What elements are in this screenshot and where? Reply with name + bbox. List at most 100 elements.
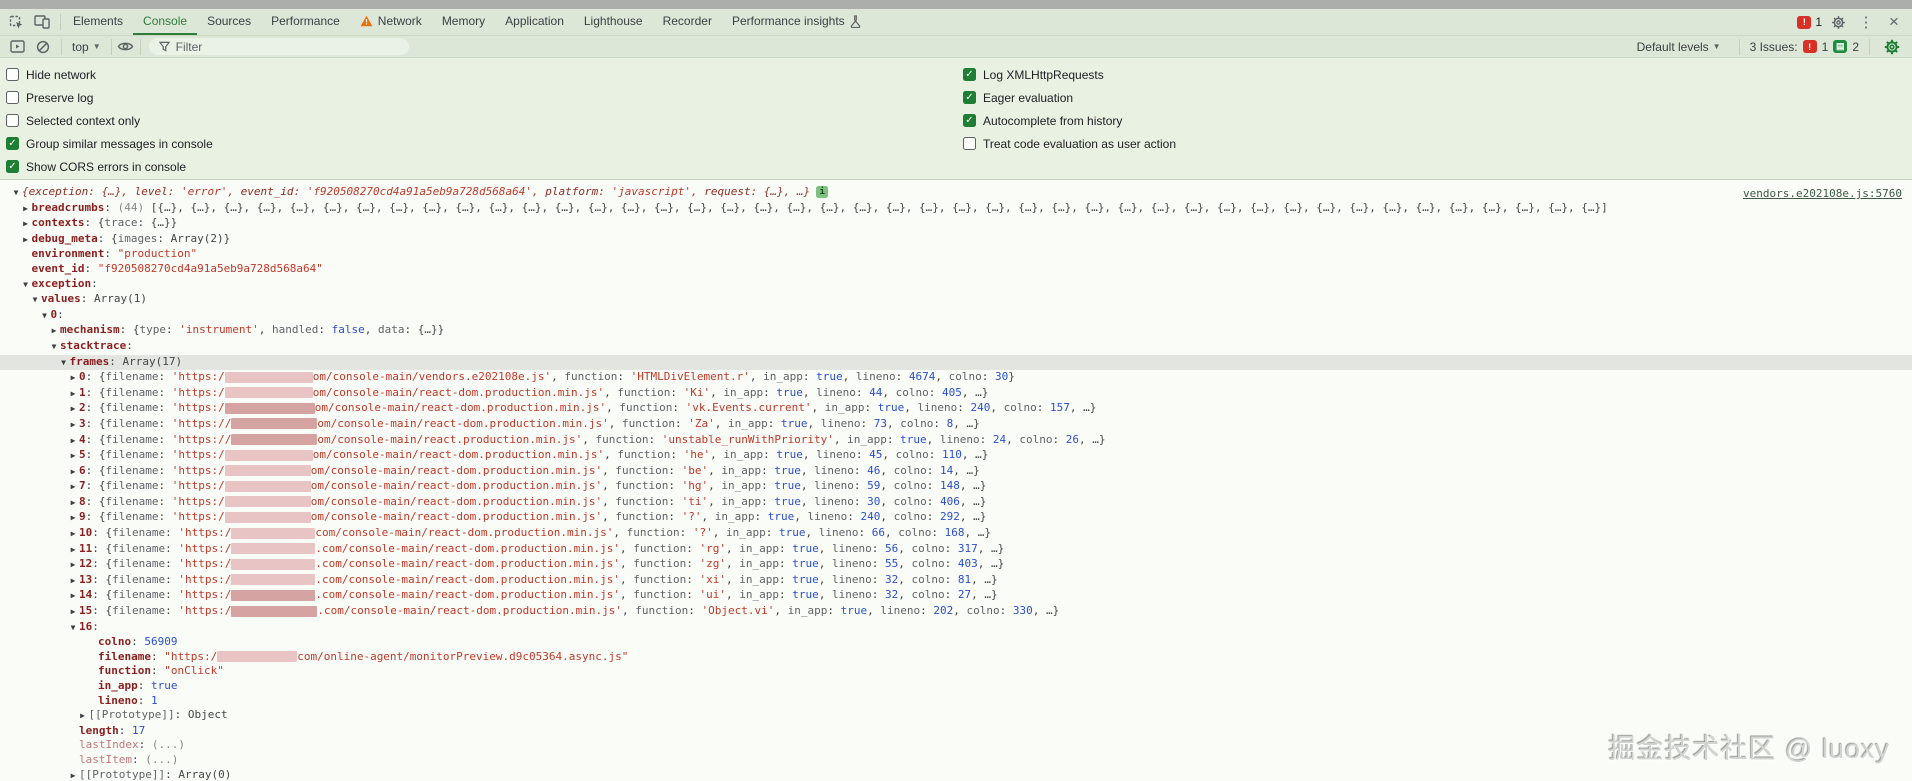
expand-arrow-icon[interactable]: ▶ bbox=[67, 589, 79, 604]
expand-arrow-icon[interactable]: ▶ bbox=[67, 480, 79, 495]
console-settings-gear-icon-active[interactable] bbox=[1880, 36, 1904, 58]
device-toolbar-icon[interactable] bbox=[30, 11, 54, 33]
expand-arrow-icon[interactable]: ▶ bbox=[67, 511, 79, 526]
expand-arrow-icon[interactable]: ▶ bbox=[67, 418, 79, 433]
tab-lighthouse[interactable]: Lighthouse bbox=[574, 9, 653, 35]
expand-arrow-icon[interactable]: ▶ bbox=[67, 558, 79, 573]
checkbox-log-xmlhttprequests[interactable]: ✓ bbox=[963, 68, 976, 81]
token-k: 6 bbox=[79, 463, 86, 477]
console-line-19: ▶ 7: {filename: 'https:/ om/console-main/r… bbox=[0, 479, 1912, 495]
expand-arrow-icon[interactable]: ▶ bbox=[67, 465, 79, 480]
token-p: : Array(17) bbox=[109, 354, 183, 368]
checkbox-label: Hide network bbox=[26, 67, 97, 82]
expand-arrow-icon[interactable]: ▶ bbox=[67, 496, 79, 511]
checkbox-row-eager-evaluation: ✓ Eager evaluation bbox=[963, 86, 1176, 109]
tab-memory[interactable]: Memory bbox=[432, 9, 495, 35]
settings-gear-icon[interactable] bbox=[1826, 11, 1850, 33]
tab-application[interactable]: Application bbox=[495, 9, 574, 35]
checkbox-hide-network[interactable] bbox=[6, 68, 19, 81]
tab-recorder[interactable]: Recorder bbox=[653, 9, 722, 35]
token-n: 24 bbox=[992, 432, 1007, 446]
token-kl: lineno bbox=[855, 370, 896, 384]
tab-performance-insights[interactable]: Performance insights bbox=[722, 9, 871, 35]
tab-label: Network bbox=[377, 14, 422, 28]
token-kl: in_app bbox=[739, 572, 779, 586]
token-k: 5 bbox=[79, 448, 86, 462]
close-devtools-icon[interactable]: × bbox=[1882, 12, 1906, 32]
token-p: : { bbox=[85, 479, 106, 493]
expand-arrow-icon[interactable]: ▶ bbox=[67, 449, 79, 464]
token-p: { bbox=[22, 185, 29, 198]
expand-arrow-icon[interactable]: ▶ bbox=[67, 434, 79, 449]
expand-arrow-icon[interactable]: ▶ bbox=[20, 202, 32, 217]
token-s: "onClick" bbox=[164, 664, 224, 678]
token-p: : bbox=[686, 541, 700, 555]
checkbox-label: Autocomplete from history bbox=[983, 113, 1123, 128]
token-s: 'Ki' bbox=[683, 385, 711, 399]
info-badge-icon[interactable]: i bbox=[816, 186, 829, 198]
show-console-sidebar-icon[interactable] bbox=[5, 36, 29, 58]
checkbox-treat-code-evaluation-as-user-action[interactable] bbox=[963, 137, 976, 150]
issues-counter[interactable]: 3 Issues: ! 1 ▤ 2 bbox=[1750, 40, 1859, 54]
checkbox-group-similar-messages-in-console[interactable]: ✓ bbox=[6, 137, 19, 150]
expand-arrow-icon[interactable]: ▶ bbox=[67, 371, 79, 386]
token-kl: lineno bbox=[831, 541, 872, 555]
checkbox-preserve-log[interactable] bbox=[6, 91, 19, 104]
tab-label: Performance bbox=[271, 14, 340, 28]
console-filter-input[interactable]: Filter bbox=[148, 38, 409, 55]
live-expression-eye-icon[interactable] bbox=[114, 36, 138, 58]
tab-performance[interactable]: Performance bbox=[261, 9, 350, 35]
collapse-arrow-icon[interactable]: ▼ bbox=[20, 278, 32, 293]
expand-arrow-icon[interactable]: ▶ bbox=[20, 217, 32, 232]
expand-arrow-icon[interactable]: ▶ bbox=[20, 233, 32, 248]
checkbox-eager-evaluation[interactable]: ✓ bbox=[963, 91, 976, 104]
tab-elements[interactable]: Elements bbox=[63, 9, 133, 35]
expand-arrow-icon[interactable]: ▶ bbox=[67, 527, 79, 542]
tab-sources[interactable]: Sources bbox=[197, 9, 261, 35]
checkbox-selected-context-only[interactable] bbox=[6, 114, 19, 127]
console-line-8: ▼ 0: bbox=[0, 308, 1912, 324]
token-p: : bbox=[648, 432, 662, 446]
token-p: : { bbox=[85, 416, 106, 430]
token-k: lineno bbox=[98, 693, 138, 707]
tab-console[interactable]: Console bbox=[133, 9, 198, 35]
console-line-23: ▶ 11: {filename: 'https:/ .com/console-mai… bbox=[0, 542, 1912, 558]
log-levels-selector[interactable]: Default levels ▼ bbox=[1629, 40, 1729, 54]
token-p: , bbox=[800, 463, 815, 477]
expand-arrow-icon[interactable]: ▶ bbox=[67, 574, 79, 589]
console-line-10: ▼ stacktrace: bbox=[0, 339, 1912, 355]
expand-arrow-icon[interactable]: ▶ bbox=[67, 605, 79, 620]
tab-network[interactable]: Network bbox=[350, 9, 432, 35]
token-s: .com/console-main/react-dom.production.m… bbox=[315, 588, 620, 602]
token-kl: in_app bbox=[714, 510, 755, 524]
expand-arrow-icon[interactable]: ▶ bbox=[67, 402, 79, 417]
token-n: 32 bbox=[884, 572, 899, 586]
more-options-kebab-icon[interactable]: ⋮ bbox=[1854, 13, 1878, 31]
expand-arrow-icon[interactable]: ▶ bbox=[67, 543, 79, 558]
token-p: , bbox=[604, 385, 618, 399]
source-location-link[interactable]: vendors.e202108e.js:5760 bbox=[1743, 187, 1902, 200]
token-p: , …} bbox=[977, 557, 1005, 571]
context-selector[interactable]: top ▼ bbox=[64, 40, 109, 54]
inspect-element-icon[interactable] bbox=[4, 11, 28, 33]
checkbox-show-cors-errors-in-console[interactable]: ✓ bbox=[6, 160, 19, 173]
expand-arrow-icon[interactable]: ▶ bbox=[77, 709, 89, 724]
collapse-arrow-icon[interactable]: ▼ bbox=[67, 621, 79, 636]
token-k: 8 bbox=[79, 494, 86, 508]
error-counter[interactable]: ! 1 bbox=[1797, 15, 1822, 29]
checkbox-row-group-similar-messages-in-console: ✓ Group similar messages in console bbox=[6, 132, 213, 155]
checkbox-autocomplete-from-history[interactable]: ✓ bbox=[963, 114, 976, 127]
clear-console-icon[interactable] bbox=[31, 36, 55, 58]
tab-label: Lighthouse bbox=[583, 14, 643, 28]
collapse-arrow-icon[interactable]: ▼ bbox=[29, 293, 41, 308]
expand-arrow-icon[interactable]: ▶ bbox=[67, 769, 79, 780]
collapse-arrow-icon[interactable]: ▼ bbox=[58, 356, 70, 371]
collapse-arrow-icon[interactable]: ▼ bbox=[39, 309, 51, 324]
token-p: , bbox=[708, 479, 722, 493]
collapse-arrow-icon[interactable]: ▼ bbox=[10, 186, 22, 201]
expand-arrow-icon[interactable]: ▶ bbox=[67, 387, 79, 402]
token-s: 'https:/ bbox=[171, 401, 225, 415]
expand-arrow-icon[interactable]: ▶ bbox=[48, 324, 60, 339]
collapse-arrow-icon[interactable]: ▼ bbox=[48, 340, 60, 355]
console-line-28: ▼ 16: bbox=[0, 620, 1912, 636]
